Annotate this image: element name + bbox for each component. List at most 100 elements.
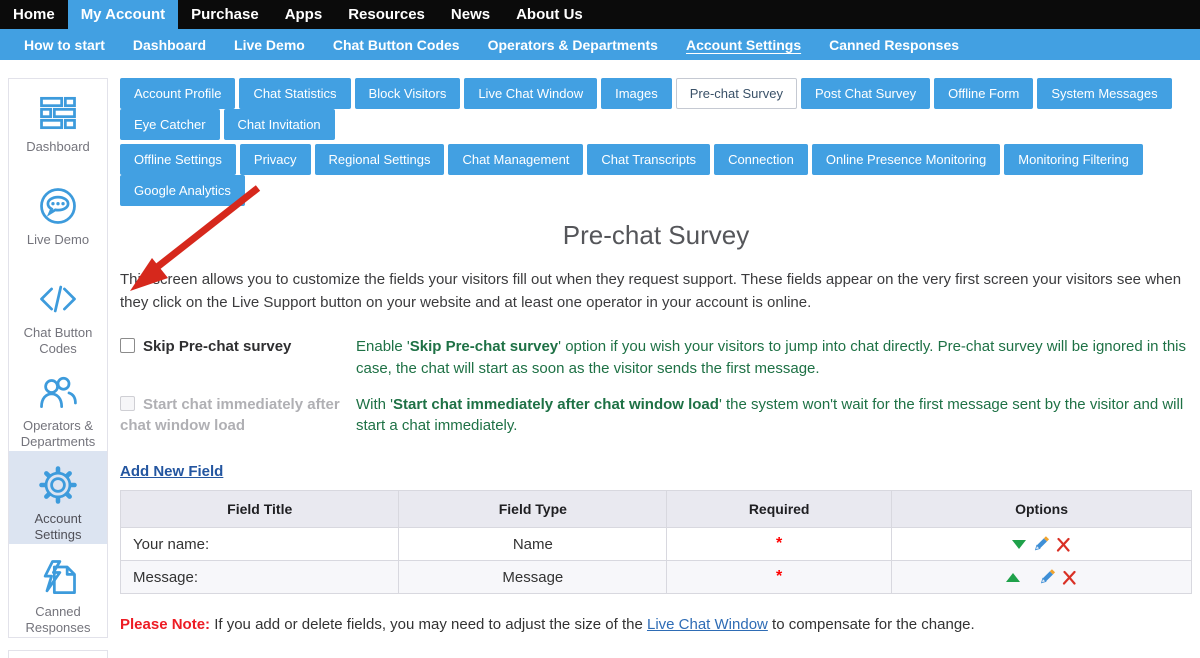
sidebar-item-chat-button-codes[interactable]: Chat Button Codes	[9, 265, 107, 358]
survey-fields-table: Field Title Field Type Required Options …	[120, 490, 1192, 594]
tab-post-chat-survey[interactable]: Post Chat Survey	[801, 78, 930, 109]
sidebar-item-label: Live Demo	[25, 232, 91, 248]
tab-regional-settings[interactable]: Regional Settings	[315, 144, 445, 175]
table-row: Your name: Name *	[121, 528, 1192, 561]
code-icon	[36, 277, 80, 321]
delete-x-icon[interactable]	[1056, 537, 1071, 552]
tab-live-chat-window[interactable]: Live Chat Window	[464, 78, 597, 109]
sidebar-item-label: Operators & Departments	[9, 418, 107, 451]
start-chat-description: With 'Start chat immediately after chat …	[356, 394, 1192, 438]
subnav-live-demo[interactable]: Live Demo	[220, 29, 319, 60]
move-up-icon[interactable]	[1006, 573, 1020, 582]
subnav-canned-responses[interactable]: Canned Responses	[815, 29, 973, 60]
move-down-icon[interactable]	[1012, 540, 1026, 549]
chat-bubble-icon	[36, 184, 80, 228]
desc-text: With '	[356, 396, 393, 413]
top-nav-resources[interactable]: Resources	[335, 0, 438, 29]
tab-online-presence-monitoring[interactable]: Online Presence Monitoring	[812, 144, 1000, 175]
top-nav-purchase[interactable]: Purchase	[178, 0, 272, 29]
subnav-operators-departments[interactable]: Operators & Departments	[474, 29, 672, 60]
top-nav-home[interactable]: Home	[0, 0, 68, 29]
options-cell	[892, 561, 1192, 594]
tab-pre-chat-survey[interactable]: Pre-chat Survey	[676, 78, 797, 109]
skip-prechat-option: Skip Pre-chat survey	[120, 336, 348, 380]
sidebar-item-label: Account Settings	[9, 511, 107, 544]
delete-x-icon[interactable]	[1062, 570, 1077, 585]
tab-offline-settings[interactable]: Offline Settings	[120, 144, 236, 175]
field-title-cell: Your name:	[121, 528, 399, 561]
intro-text: This screen allows you to customize the …	[120, 269, 1192, 314]
tab-privacy[interactable]: Privacy	[240, 144, 311, 175]
sidebar-item-operators-departments[interactable]: Operators & Departments	[9, 358, 107, 451]
sidebar-item-label: Dashboard	[24, 139, 92, 155]
edit-pencil-icon[interactable]	[1039, 569, 1055, 585]
subnav-label: Dashboard	[133, 37, 206, 53]
edit-pencil-icon[interactable]	[1033, 536, 1049, 552]
top-nav-apps[interactable]: Apps	[272, 0, 336, 29]
skip-prechat-checkbox[interactable]	[120, 338, 135, 353]
tab-offline-form[interactable]: Offline Form	[934, 78, 1033, 109]
column-header-options: Options	[892, 491, 1192, 528]
add-new-field-link[interactable]: Add New Field	[120, 463, 223, 480]
note-text: If you add or delete fields, you may nee…	[210, 616, 647, 633]
please-note-label: Please Note:	[120, 616, 210, 633]
sidebar-next-box-partial	[8, 650, 108, 658]
subnav-how-to-start[interactable]: How to start	[10, 29, 119, 60]
required-cell: *	[667, 528, 892, 561]
sidebar-item-dashboard[interactable]: Dashboard	[9, 79, 107, 172]
tab-chat-statistics[interactable]: Chat Statistics	[239, 78, 350, 109]
tab-connection[interactable]: Connection	[714, 144, 808, 175]
options-cell	[892, 528, 1192, 561]
field-type-cell: Message	[399, 561, 667, 594]
table-row: Message: Message *	[121, 561, 1192, 594]
tab-chat-invitation[interactable]: Chat Invitation	[224, 109, 335, 140]
required-cell: *	[667, 561, 892, 594]
subnav-label: Canned Responses	[829, 37, 959, 53]
sidebar-item-live-demo[interactable]: Live Demo	[9, 172, 107, 265]
subnav-label: How to start	[24, 37, 105, 53]
settings-tabs-row-1: Account Profile Chat Statistics Block Vi…	[120, 78, 1192, 140]
sidebar-item-label: Chat Button Codes	[9, 325, 107, 358]
desc-text: Enable '	[356, 338, 410, 355]
sidebar-box: Dashboard Live Demo	[8, 78, 108, 638]
sidebar-item-label: Canned Responses	[9, 604, 107, 637]
settings-tabs-row-2: Offline Settings Privacy Regional Settin…	[120, 144, 1192, 206]
skip-prechat-description: Enable 'Skip Pre-chat survey' option if …	[356, 336, 1192, 380]
tab-system-messages[interactable]: System Messages	[1037, 78, 1171, 109]
page-title: Pre-chat Survey	[120, 220, 1192, 251]
top-nav-news[interactable]: News	[438, 0, 503, 29]
live-chat-window-link[interactable]: Live Chat Window	[647, 616, 768, 633]
tab-eye-catcher[interactable]: Eye Catcher	[120, 109, 220, 140]
subnav-chat-button-codes[interactable]: Chat Button Codes	[319, 29, 474, 60]
top-nav-about-us[interactable]: About Us	[503, 0, 596, 29]
tab-account-profile[interactable]: Account Profile	[120, 78, 235, 109]
tab-block-visitors[interactable]: Block Visitors	[355, 78, 461, 109]
sidebar-item-canned-responses[interactable]: Canned Responses	[9, 544, 107, 637]
field-type-cell: Name	[399, 528, 667, 561]
sidebar-item-account-settings[interactable]: Account Settings	[9, 451, 107, 544]
subnav-dashboard[interactable]: Dashboard	[119, 29, 220, 60]
tab-google-analytics[interactable]: Google Analytics	[120, 175, 245, 206]
tab-chat-management[interactable]: Chat Management	[448, 144, 583, 175]
column-header-field-type: Field Type	[399, 491, 667, 528]
start-chat-option: Start chat immediately after chat window…	[120, 394, 348, 438]
desc-bold: Skip Pre-chat survey	[410, 338, 558, 355]
people-icon	[36, 370, 80, 414]
tab-images[interactable]: Images	[601, 78, 672, 109]
desc-bold: Start chat immediately after chat window…	[393, 396, 719, 413]
subnav-label: Operators & Departments	[488, 37, 658, 53]
subnav-label: Account Settings	[686, 37, 801, 53]
sidebar: Dashboard Live Demo	[8, 78, 108, 658]
please-note-text: Please Note: If you add or delete fields…	[120, 616, 1192, 633]
tab-chat-transcripts[interactable]: Chat Transcripts	[587, 144, 710, 175]
top-nav: Home My Account Purchase Apps Resources …	[0, 0, 1200, 29]
field-title-cell: Message:	[121, 561, 399, 594]
tab-monitoring-filtering[interactable]: Monitoring Filtering	[1004, 144, 1143, 175]
main-content: Account Profile Chat Statistics Block Vi…	[108, 78, 1192, 658]
subnav-label: Chat Button Codes	[333, 37, 460, 53]
skip-prechat-label: Skip Pre-chat survey	[143, 338, 291, 355]
top-nav-my-account[interactable]: My Account	[68, 0, 178, 29]
subnav-account-settings[interactable]: Account Settings	[672, 29, 815, 60]
column-header-field-title: Field Title	[121, 491, 399, 528]
start-chat-label: Start chat immediately after chat window…	[120, 396, 340, 435]
